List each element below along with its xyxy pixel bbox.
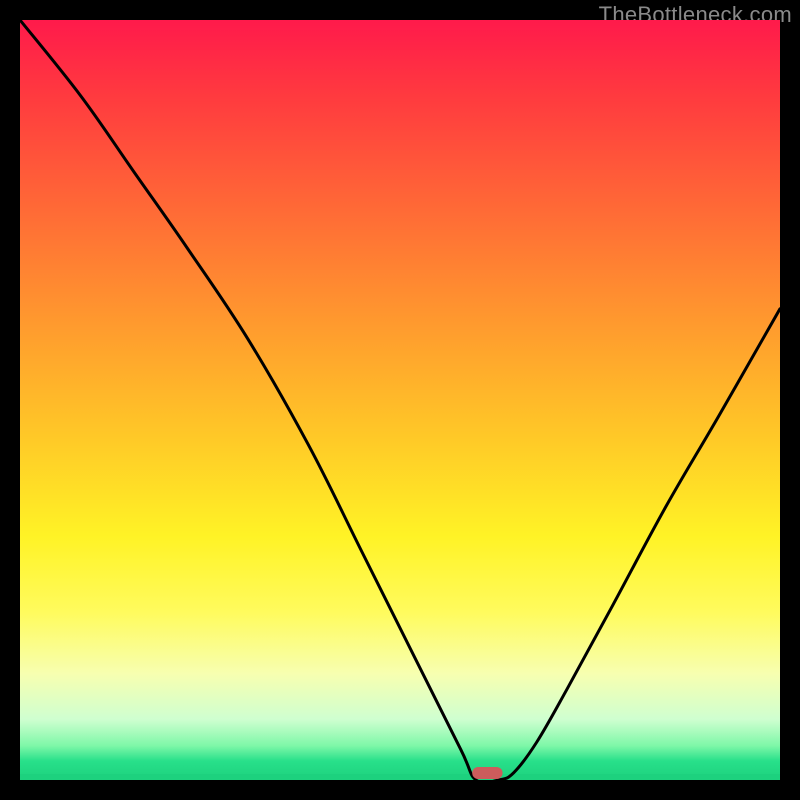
baseline-strip — [20, 774, 780, 780]
chart-frame: TheBottleneck.com — [0, 0, 800, 800]
optimal-marker — [472, 767, 502, 779]
plot-area — [20, 20, 780, 780]
gradient-background — [20, 20, 780, 780]
chart-svg — [20, 20, 780, 780]
